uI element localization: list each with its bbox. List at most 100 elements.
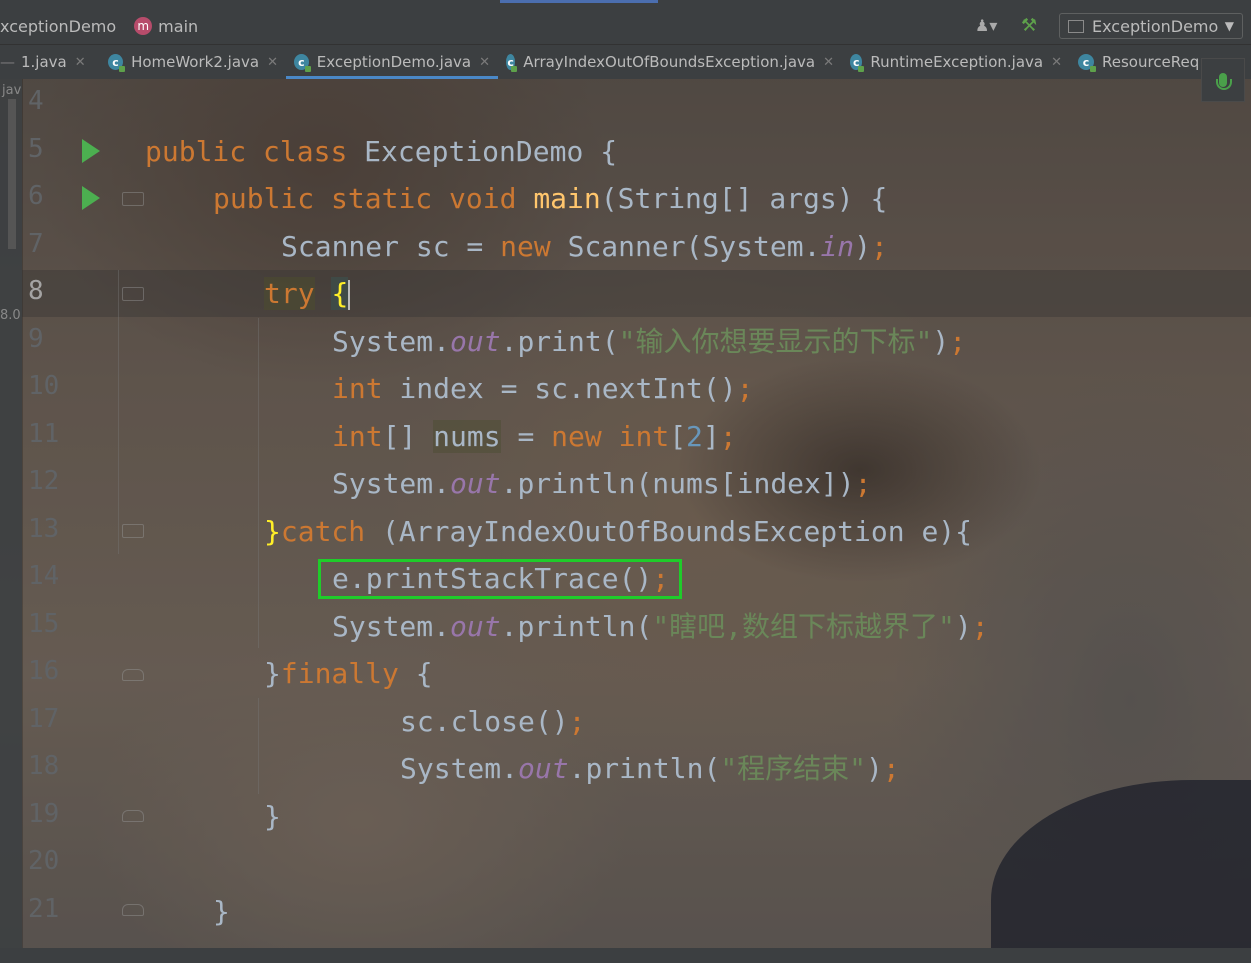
breadcrumb-class[interactable]: xceptionDemo [0, 17, 116, 36]
code-semicolon: ; [971, 610, 989, 643]
code-text: System. [332, 325, 451, 358]
close-icon[interactable]: ✕ [479, 55, 490, 70]
code-brace-match: { [331, 277, 349, 310]
code-keyword: new [551, 420, 602, 453]
code-static-field: out [450, 610, 501, 643]
tab-runtimeexception[interactable]: c RuntimeException.java ✕ [842, 45, 1070, 79]
code-text: System. [400, 752, 519, 785]
java-class-icon: c [108, 54, 126, 72]
code-line-8[interactable]: try { [264, 270, 351, 317]
code-semicolon: ; [854, 467, 872, 500]
code-brace: } [264, 800, 281, 833]
code-keyword: int [332, 420, 383, 453]
code-keyword: public [145, 135, 247, 168]
tab-scroll-indicator: — [0, 53, 15, 71]
code-line-15[interactable]: System.out.println("瞎吧,数组下标越界了"); [332, 603, 989, 650]
line-number: 6 [28, 181, 44, 211]
fold-end-icon[interactable] [122, 904, 144, 916]
line-number: 16 [28, 656, 60, 686]
scroll-handle[interactable] [8, 99, 16, 249]
code-method-name: main [533, 182, 601, 215]
code-text: ) [866, 752, 883, 785]
microphone-button[interactable] [1201, 58, 1245, 102]
code-line-17[interactable]: sc.close(); [400, 698, 585, 745]
current-line-highlight [22, 270, 1251, 317]
top-strip [0, 0, 1251, 8]
code-line-7[interactable]: Scanner sc = new Scanner(System.in); [281, 223, 888, 270]
line-number: 20 [28, 846, 60, 876]
code-line-19[interactable]: } [264, 793, 281, 840]
line-number: 5 [28, 134, 44, 164]
code-line-16[interactable]: }finally { [264, 650, 433, 697]
tab-arrayindexoutofbounds[interactable]: c ArrayIndexOutOfBoundsException.java ✕ [498, 45, 842, 79]
fold-icon[interactable] [122, 524, 144, 538]
user-icon[interactable]: ♟▾ [975, 16, 1003, 36]
code-brace: } [264, 515, 281, 548]
fold-icon[interactable] [122, 287, 144, 301]
code-text: sc.close() [400, 705, 569, 738]
close-icon[interactable]: ✕ [823, 55, 834, 70]
run-class-icon[interactable] [82, 139, 100, 163]
line-number: 13 [28, 514, 60, 544]
code-text: { [398, 657, 433, 690]
code-text: = [500, 420, 552, 453]
code-keyword: try [264, 277, 315, 310]
code-line-5[interactable]: public class ExceptionDemo { [145, 128, 617, 175]
code-static-field: in [820, 230, 855, 263]
tab-homework2[interactable]: c HomeWork2.java ✕ [100, 45, 286, 79]
code-text: ] [702, 420, 720, 453]
code-text: .println(nums[index]) [500, 467, 855, 500]
code-string: "瞎吧,数组下标越界了" [652, 610, 955, 643]
code-line-12[interactable]: System.out.println(nums[index]); [332, 460, 871, 507]
code-keyword: int [618, 420, 670, 453]
close-icon[interactable]: ✕ [1051, 55, 1062, 70]
fold-end-icon[interactable] [122, 669, 144, 681]
code-static-field: out [518, 752, 569, 785]
line-number: 4 [28, 86, 44, 116]
code-keyword: public [213, 182, 315, 215]
method-icon: m [134, 17, 153, 35]
code-line-10[interactable]: int index = sc.nextInt(); [332, 365, 753, 412]
code-line-18[interactable]: System.out.println("程序结束"); [400, 745, 900, 792]
code-semicolon: ; [736, 372, 754, 405]
code-semicolon: ; [871, 230, 888, 263]
close-icon[interactable]: ✕ [267, 55, 278, 70]
project-panel-strip[interactable]: jav 8.0 [0, 79, 22, 963]
tab-1-java[interactable]: — 1.java ✕ [0, 45, 100, 79]
line-number: 14 [28, 561, 60, 591]
code-text: ) [854, 230, 872, 263]
code-line-6[interactable]: public static void main(String[] args) { [213, 175, 887, 222]
code-brace: } [213, 895, 230, 928]
gutter-divider [22, 79, 23, 963]
code-class-name: ExceptionDemo [364, 135, 584, 168]
java-class-icon: c [294, 54, 311, 72]
code-text: System. [332, 610, 451, 643]
code-text: (ArrayIndexOutOfBoundsException e){ [365, 515, 973, 548]
breadcrumb-method[interactable]: main [158, 17, 198, 36]
tab-resourcereq[interactable]: c ResourceReq [1070, 45, 1207, 79]
java-class-icon: c [1078, 54, 1096, 72]
tab-exceptiondemo[interactable]: c ExceptionDemo.java ✕ [286, 45, 498, 79]
fold-icon[interactable] [122, 192, 144, 206]
build-hammer-icon[interactable]: ⚒ [1021, 15, 1043, 37]
code-text: Scanner(System. [550, 230, 821, 263]
code-text: [ [669, 420, 687, 453]
close-icon[interactable]: ✕ [75, 55, 86, 70]
run-config-label: ExceptionDemo [1092, 16, 1219, 36]
code-line-13[interactable]: }catch (ArrayIndexOutOfBoundsException e… [264, 508, 972, 555]
tab-label: ResourceReq [1102, 53, 1200, 71]
code-semicolon: ; [568, 705, 586, 738]
run-configuration-select[interactable]: ExceptionDemo ▼ [1059, 13, 1243, 39]
code-line-21[interactable]: } [213, 888, 230, 935]
code-string: "输入你想要显示的下标" [618, 325, 933, 358]
code-keyword: new [500, 230, 551, 263]
indent-guide [118, 270, 119, 554]
code-line-11[interactable]: int[] nums = new int[2]; [332, 413, 737, 460]
code-text: [] [382, 420, 434, 453]
run-main-icon[interactable] [82, 186, 100, 210]
fold-end-icon[interactable] [122, 810, 144, 822]
navigation-bar: xceptionDemo m main ♟▾ ⚒ ExceptionDemo ▼ [0, 8, 1251, 45]
highlight-annotation-box [318, 559, 682, 599]
code-line-9[interactable]: System.out.print("输入你想要显示的下标"); [332, 318, 966, 365]
tab-label: RuntimeException.java [870, 53, 1044, 71]
